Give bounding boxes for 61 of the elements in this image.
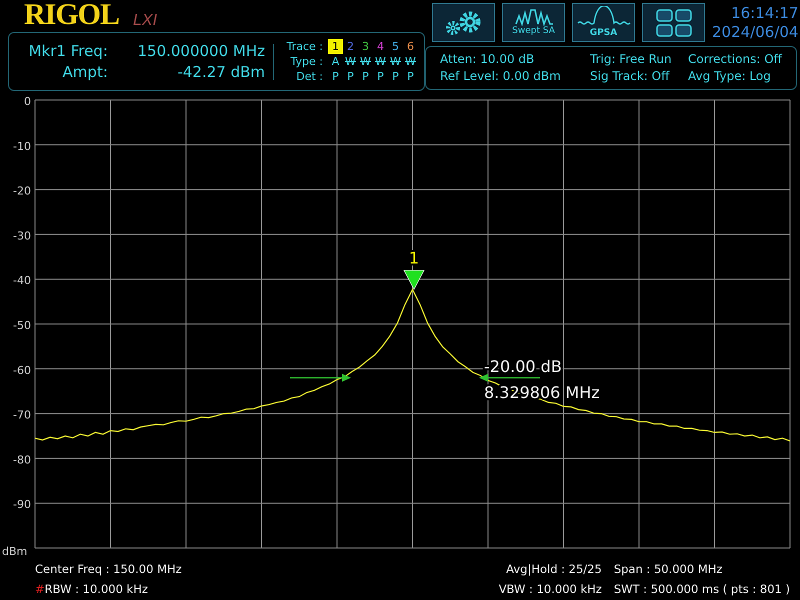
grid-icon	[654, 8, 692, 38]
axis-tick-label: 0	[24, 95, 31, 108]
axis-tick-label: -50	[13, 319, 31, 332]
trace-number[interactable]: 5	[388, 39, 403, 54]
status-readout: Span : 50.000 MHz	[614, 561, 724, 578]
status-readout: #RBW : 10.000 kHz	[35, 581, 149, 598]
axis-tick-label: -30	[13, 229, 31, 242]
trace-type: W	[374, 54, 387, 69]
setting-readout: Atten: 10.00 dB	[440, 51, 536, 68]
setting-readout: Trig: Free Run	[590, 51, 673, 68]
swept-sa-button[interactable]: Swept SA	[502, 3, 565, 42]
marker-frequency-label: Mkr1 Freq:	[28, 40, 108, 62]
detector-type: P	[346, 69, 355, 84]
layout-button[interactable]	[642, 3, 705, 42]
detector-type: P	[361, 69, 370, 84]
trace-type: W	[404, 54, 417, 69]
marker-icon[interactable]	[404, 270, 424, 290]
axis-tick-label: -80	[13, 453, 31, 466]
axis-tick-label: -40	[13, 274, 31, 288]
trace-type: W	[359, 54, 372, 69]
axis-tick-label: -10	[13, 140, 31, 153]
lxi-label: LXI	[133, 12, 158, 30]
waveform-icon	[514, 8, 554, 26]
axis-tick-label: -70	[13, 408, 31, 422]
trace-type: W	[344, 54, 357, 69]
marker-amplitude-label: Ampt:	[62, 62, 108, 82]
trace-number[interactable]: 1	[328, 39, 343, 54]
ndb-arrow	[479, 374, 540, 382]
settings-button[interactable]	[432, 3, 495, 42]
setting-readout: Avg Type: Log	[688, 68, 772, 85]
trace-number[interactable]: 2	[343, 39, 358, 54]
setting-readout: Ref Level: 0.00 dBm	[440, 68, 562, 85]
status-readout: Avg|Hold : 25/25	[506, 561, 602, 578]
trace-number[interactable]: 6	[403, 39, 418, 54]
gpsa-button[interactable]: GPSA	[572, 3, 635, 42]
setting-readout: Corrections: Off	[688, 51, 782, 68]
brand-logo: RIGOL	[24, 0, 120, 30]
trace-number[interactable]: 4	[373, 39, 388, 54]
axis-tick-label: -60	[13, 364, 31, 377]
type-label: Type :	[290, 54, 324, 69]
marker-frequency-value: 150.000000 MHz	[136, 40, 266, 62]
detector-type: P	[376, 69, 385, 84]
marker-amplitude-value: -42.27 dBm	[176, 62, 266, 82]
axis-tick-label: -20	[13, 184, 31, 198]
status-readout: Center Freq : 150.00 MHz	[35, 561, 183, 578]
axis-tick-label: -90	[13, 498, 31, 512]
clock-date: 2024/06/04	[712, 22, 798, 42]
axis-unit: dBm	[2, 545, 28, 556]
trace-number[interactable]: 3	[358, 39, 373, 54]
detector-type: P	[391, 69, 400, 84]
ndb-arrow	[290, 374, 351, 382]
detector-type: P	[406, 69, 415, 84]
status-readout: VBW : 10.000 kHz	[498, 581, 602, 598]
trace-type: A	[330, 54, 340, 69]
clock-time: 16:14:17	[730, 4, 798, 22]
detector-type: P	[331, 69, 340, 84]
status-readout: SWT : 500.000 ms ( pts : 801 )	[614, 581, 790, 598]
trace-type: W	[389, 54, 402, 69]
trace-label: Trace :	[286, 39, 324, 54]
detector-label: Det :	[295, 69, 324, 84]
setting-readout: Sig Track: Off	[590, 68, 671, 85]
